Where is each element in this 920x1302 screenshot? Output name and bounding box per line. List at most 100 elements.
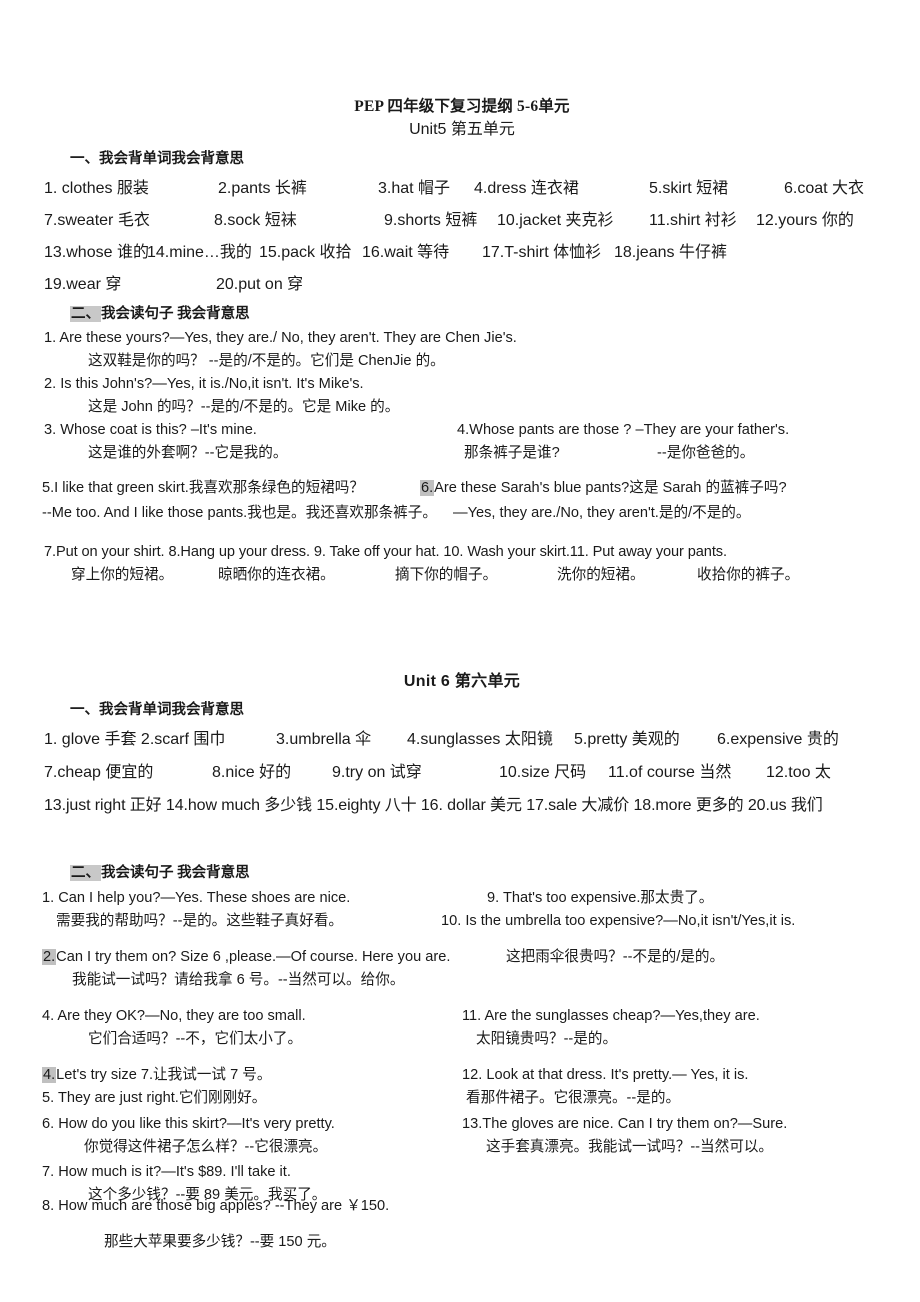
- unit5-sentence-3-4-zh: 这是谁的外套啊？--它是我的。 那条裤子是谁? --是你爸爸的。: [44, 442, 880, 469]
- section-label: 我会读句子 我会背意思: [101, 865, 250, 881]
- word-item: 13.just right 正好 14.how much 多少钱 15.eigh…: [44, 797, 823, 814]
- unit5-title: Unit5 第五单元: [409, 121, 515, 138]
- unit5-sentence-2-en: 2. Is this John's?—Yes, it is./No,it isn…: [44, 376, 364, 392]
- unit6-left-sentence-4b-en: 4.Let's try size 7.让我试一试 7 号。: [42, 1067, 272, 1083]
- word-item: 3.hat 帽子: [378, 180, 451, 197]
- unit5-sentence-5-6-en: 5.I like that green skirt.我喜欢那条绿色的短裙吗？ 6…: [42, 477, 880, 502]
- unit6-right-sentence-11-zh: 太阳镜贵吗？--是的。: [476, 1031, 618, 1047]
- word-item: 19.wear 穿: [44, 276, 122, 293]
- unit6-left-sentence-4-en: 4. Are they OK?—No, they are too small.: [42, 1008, 306, 1024]
- word-item: 7.sweater 毛衣: [44, 212, 150, 229]
- unit6-left-sentence-5-en: 5. They are just right.它们刚刚好。: [42, 1090, 267, 1106]
- unit5-sentence-4-en: 4.Whose pants are those ? –They are your…: [457, 422, 790, 438]
- unit6-right-sentence-9: 9. That's too expensive.那太贵了。: [487, 890, 714, 906]
- unit5-sentence-6-number: 6.Are these Sarah's blue pants?这是 Sarah …: [420, 480, 787, 496]
- word-item: 6.expensive 贵的: [717, 731, 839, 748]
- word-item: 11.shirt 衬衫: [649, 212, 737, 229]
- unit5-sentence-2-zh: 这是 John 的吗？--是的/不是的。它是 Mike 的。: [88, 399, 400, 415]
- unit5-sentence-7-zh-1: 穿上你的短裙。: [71, 567, 174, 583]
- word-item: 9.try on 试穿: [332, 764, 422, 781]
- unit5-sentence-4-zh-b: --是你爸爸的。: [657, 445, 755, 461]
- unit5-word-row-2: 7.sweater 毛衣 8.sock 短袜 9.shorts 短裤 10.ja…: [44, 206, 880, 238]
- unit6-section1-heading: 一、我会背单词我会背意思: [70, 702, 244, 718]
- unit5-sentence-5-en: 5.I like that green skirt.我喜欢那条绿色的短裙吗？: [42, 480, 364, 496]
- word-item: 5.skirt 短裙: [649, 180, 729, 197]
- unit6-left-sentence-4-zh: 它们合适吗？--不，它们太小了。: [88, 1031, 303, 1047]
- section-marker: 二、: [70, 865, 101, 881]
- unit5-sentence-6-en: Are these Sarah's blue pants?这是 Sarah 的蓝…: [434, 480, 787, 496]
- section-label: 我会读句子 我会背意思: [101, 306, 250, 322]
- unit6-title: Unit 6 第六单元: [403, 673, 521, 690]
- unit6-left-sentence-2-zh: 我能试一试吗？请给我拿 6 号。--当然可以。给你。: [72, 972, 405, 988]
- unit6-left-sentence-1-zh: 需要我的帮助吗？--是的。这些鞋子真好看。: [56, 913, 344, 929]
- unit6-sentences-area: 1. Can I help you?—Yes. These shoes are …: [42, 887, 880, 1217]
- unit5-section1-heading: 一、我会背单词我会背意思: [70, 151, 244, 167]
- word-item: 1. glove 手套 2.scarf 围巾: [44, 731, 226, 748]
- word-item: 8.sock 短袜: [214, 212, 297, 229]
- document-page: PEP 四年级下复习提纲 5-6单元 Unit5 第五单元 一、我会背单词我会背…: [0, 0, 920, 1302]
- unit5-sentence-3-4-en: 3. Whose coat is this? –It's mine. 4.Who…: [44, 419, 880, 442]
- word-item: 13.whose 谁的: [44, 244, 149, 261]
- unit6-right-sentence-13-zh: 这手套真漂亮。我能试一试吗？--当然可以。: [486, 1139, 774, 1155]
- unit6-left-sentence-1-en: 1. Can I help you?—Yes. These shoes are …: [42, 890, 351, 906]
- unit5-section2-heading: 二、我会读句子 我会背意思: [70, 304, 880, 325]
- word-item: 18.jeans 牛仔裤: [614, 244, 727, 261]
- unit5-sentence-7-zh-4: 洗你的短裙。: [557, 567, 645, 583]
- unit5-sentence-4-zh-a: 那条裤子是谁?: [464, 445, 560, 461]
- unit5-sentence-1-zh: 这双鞋是你的吗？ --是的/不是的。它们是 ChenJie 的。: [88, 353, 445, 369]
- unit6-left-sentence-8-en: 8. How much are those big apples? --They…: [42, 1198, 390, 1214]
- unit6-word-row-1: 1. glove 手套 2.scarf 围巾 3.umbrella 伞 4.su…: [44, 725, 880, 758]
- unit6-left-sentence-6-zh: 你觉得这件裙子怎么样？--它很漂亮。: [84, 1139, 328, 1155]
- word-item: 9.shorts 短裤: [384, 212, 478, 229]
- unit5-sentence-7-zh-2: 晾晒你的连衣裙。: [218, 567, 335, 583]
- unit5-sentence-7-zh-3: 摘下你的帽子。: [395, 567, 498, 583]
- unit6-left-sentence-2-en: 2.Can I try them on? Size 6 ,please.—Of …: [42, 949, 451, 965]
- word-item: 11.of course 当然: [608, 764, 732, 781]
- word-item: 16.wait 等待: [362, 244, 450, 261]
- unit5-sentence-5-cont: --Me too. And I like those pants.我也是。我还喜…: [42, 505, 437, 521]
- page-title: PEP 四年级下复习提纲 5-6单元: [354, 98, 570, 115]
- unit5-sentence-7-zh: 穿上你的短裙。 晾晒你的连衣裙。 摘下你的帽子。 洗你的短裙。 收拾你的裤子。: [44, 564, 880, 588]
- word-item: 15.pack 收拾: [259, 244, 352, 261]
- unit6-left-sentence-6-en: 6. How do you like this skirt?—It's very…: [42, 1116, 335, 1132]
- word-item: 8.nice 好的: [212, 764, 292, 781]
- unit5-sentence-6-cont: —Yes, they are./No, they aren't.是的/不是的。: [453, 505, 751, 521]
- word-item: 10.size 尺码: [499, 764, 587, 781]
- unit5-sentence-7-zh-5: 收拾你的裤子。: [697, 567, 800, 583]
- unit5-sentence-5-6-cont: --Me too. And I like those pants.我也是。我还喜…: [42, 502, 880, 532]
- word-item: 1. clothes 服装: [44, 180, 149, 197]
- word-item: 4.dress 连衣裙: [474, 180, 579, 197]
- unit5-word-row-3: 13.whose 谁的 14.mine…我的 15.pack 收拾 16.wai…: [44, 238, 880, 270]
- unit5-sentence-3-en: 3. Whose coat is this? –It's mine.: [44, 422, 257, 438]
- unit6-right-sentence-11-en: 11. Are the sunglasses cheap?—Yes,they a…: [462, 1008, 760, 1024]
- unit6-right-sentence-10-zh: 这把雨伞很贵吗？--不是的/是的。: [506, 949, 725, 965]
- word-item: 14.mine…我的: [147, 244, 252, 261]
- word-item: 7.cheap 便宜的: [44, 764, 154, 781]
- unit6-word-row-3: 13.just right 正好 14.how much 多少钱 15.eigh…: [44, 791, 880, 824]
- unit6-right-sentence-13-en: 13.The gloves are nice. Can I try them o…: [462, 1116, 788, 1132]
- unit6-right-sentence-12-en: 12. Look at that dress. It's pretty.— Ye…: [462, 1067, 749, 1083]
- word-item: 17.T-shirt 体恤衫: [482, 244, 602, 261]
- unit5-sentence-1-en: 1. Are these yours?—Yes, they are./ No, …: [44, 330, 517, 346]
- word-item: 2.pants 长裤: [218, 180, 307, 197]
- section-marker: 二、: [70, 306, 101, 322]
- word-item: 6.coat 大衣: [784, 180, 865, 197]
- word-item: 4.sunglasses 太阳镜: [407, 731, 553, 748]
- unit5-word-row-4: 19.wear 穿 20.put on 穿: [44, 270, 880, 304]
- unit6-left-sentence-7-en: 7. How much is it?—It's $89. I'll take i…: [42, 1164, 291, 1180]
- unit6-right-sentence-12-zh: 看那件裙子。它很漂亮。--是的。: [466, 1090, 681, 1106]
- word-item: 12.too 太: [766, 764, 831, 781]
- word-item: 3.umbrella 伞: [276, 731, 372, 748]
- word-item: 10.jacket 夹克衫: [497, 212, 614, 229]
- unit6-right-sentence-10: 10. Is the umbrella too expensive?—No,it…: [441, 913, 796, 929]
- word-item: 20.put on 穿: [216, 276, 304, 293]
- document-content: PEP 四年级下复习提纲 5-6单元 Unit5 第五单元 一、我会背单词我会背…: [42, 96, 880, 1255]
- unit6-word-row-2: 7.cheap 便宜的 8.nice 好的 9.try on 试穿 10.siz…: [44, 758, 880, 791]
- unit5-sentence-7-en: 7.Put on your shirt. 8.Hang up your dres…: [44, 544, 727, 560]
- unit6-section2-heading: 二、我会读句子 我会背意思: [70, 863, 880, 884]
- unit5-sentence-3-zh: 这是谁的外套啊？--它是我的。: [88, 445, 288, 461]
- word-item: 12.yours 你的: [756, 212, 854, 229]
- unit5-word-row-1: 1. clothes 服装 2.pants 长裤 3.hat 帽子 4.dres…: [44, 174, 880, 206]
- unit6-sentence-8-block: 8. How much are those big apples? --They…: [42, 1195, 880, 1255]
- word-item: 5.pretty 美观的: [574, 731, 680, 748]
